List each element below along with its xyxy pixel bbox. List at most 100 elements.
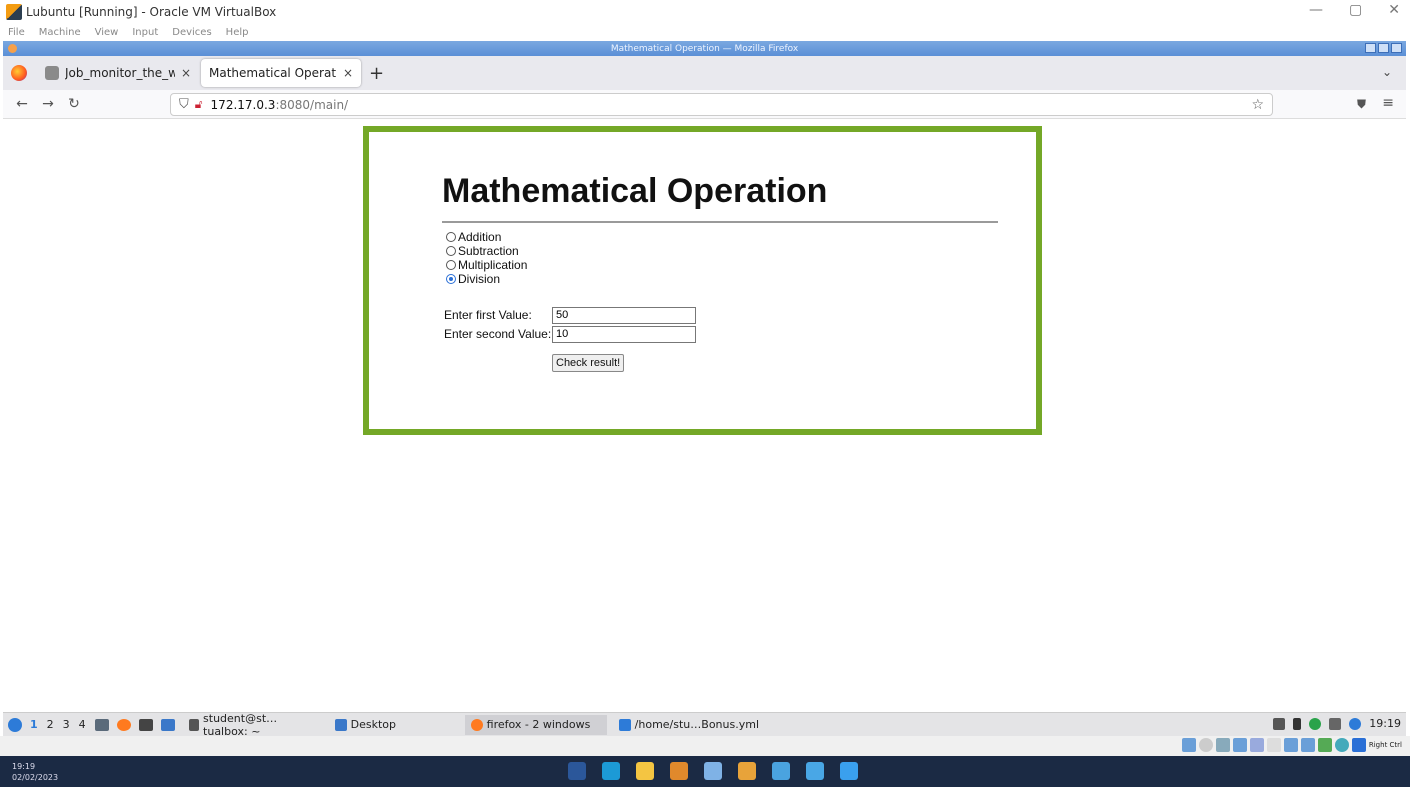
- optical-drive-icon[interactable]: [1198, 738, 1213, 752]
- display-icon[interactable]: [1329, 717, 1342, 730]
- close-icon[interactable]: ✕: [1388, 2, 1400, 18]
- forward-icon[interactable]: →: [41, 96, 55, 112]
- update-icon[interactable]: [1349, 717, 1362, 730]
- workspace-2[interactable]: 2: [47, 718, 54, 731]
- workspace-4[interactable]: 4: [79, 718, 86, 731]
- menu-help[interactable]: Help: [226, 27, 249, 38]
- new-tab-icon[interactable]: +: [369, 63, 384, 84]
- hard-disk-icon[interactable]: [1181, 738, 1196, 752]
- volume-icon[interactable]: [1293, 717, 1302, 730]
- store-icon[interactable]: [840, 762, 858, 780]
- chrome-icon[interactable]: [738, 762, 756, 780]
- keyboard-capture-icon[interactable]: [1351, 738, 1366, 752]
- vbox-window-title: Lubuntu [Running] - Oracle VM VirtualBox: [26, 5, 277, 19]
- shared-folders-icon[interactable]: [1266, 738, 1281, 752]
- firefox-window-title: Mathematical Operation — Mozilla Firefox: [610, 43, 799, 54]
- radio-multiplication[interactable]: Multiplication: [446, 258, 527, 272]
- menu-machine[interactable]: Machine: [39, 27, 81, 38]
- recording-icon[interactable]: [1300, 738, 1315, 752]
- restore-icon[interactable]: ▢: [1349, 2, 1362, 18]
- list-all-tabs-icon[interactable]: ⌄: [1382, 65, 1392, 79]
- remote-desktop-icon[interactable]: [772, 762, 790, 780]
- mouse-integration-icon[interactable]: [1334, 738, 1349, 752]
- second-value-input[interactable]: [552, 325, 696, 343]
- task-editor[interactable]: /home/stu…Bonus.yml: [613, 715, 773, 735]
- show-desktop-icon[interactable]: [94, 718, 109, 731]
- file-explorer-icon[interactable]: [636, 762, 654, 780]
- windows-clock[interactable]: 19:19 02/02/2023: [12, 761, 58, 783]
- insecure-lock-icon[interactable]: 🔓︎: [195, 97, 203, 112]
- virtualbox-icon: [6, 4, 22, 20]
- menu-input[interactable]: Input: [132, 27, 158, 38]
- tab-bar: Job_monitor_the_website × Mathematical O…: [3, 56, 1406, 90]
- cpu-icon[interactable]: [1317, 738, 1332, 752]
- pocket-icon[interactable]: ⛊: [1357, 97, 1366, 112]
- edge-icon[interactable]: [602, 762, 620, 780]
- minimize-icon[interactable]: —: [1309, 2, 1323, 18]
- close-tab-icon[interactable]: ×: [181, 66, 191, 80]
- usb-icon[interactable]: [1249, 738, 1264, 752]
- radio-subtraction[interactable]: Subtraction: [446, 244, 527, 258]
- vbox-status-icons: Right Ctrl: [1181, 738, 1402, 752]
- hamburger-menu-icon[interactable]: ≡: [1382, 95, 1394, 111]
- menu-file[interactable]: File: [8, 27, 25, 38]
- task-desktop[interactable]: Desktop: [329, 715, 459, 735]
- panel-clock[interactable]: 19:19: [1369, 717, 1401, 730]
- firefox-icon: [470, 718, 483, 731]
- workspace-3[interactable]: 3: [63, 718, 70, 731]
- word-icon[interactable]: [568, 762, 586, 780]
- minimize-icon[interactable]: [1365, 43, 1376, 53]
- display-icon[interactable]: [1283, 738, 1298, 752]
- bookmark-star-icon[interactable]: ☆: [1251, 97, 1264, 113]
- menu-devices[interactable]: Devices: [172, 27, 211, 38]
- check-result-button[interactable]: Check result!: [552, 354, 625, 372]
- terminal-icon: [188, 718, 200, 731]
- radio-division[interactable]: Division: [446, 272, 527, 286]
- maximize-icon[interactable]: [1378, 43, 1389, 53]
- lubuntu-menu-icon[interactable]: [8, 717, 22, 732]
- radio-button-checked[interactable]: [446, 274, 456, 284]
- task-firefox[interactable]: firefox - 2 windows: [464, 714, 607, 735]
- operation-radio-group: Addition Subtraction Multiplication Divi…: [446, 230, 527, 286]
- close-icon[interactable]: [1391, 43, 1402, 53]
- task-label: student@st…tualbox: ~: [203, 711, 278, 738]
- radio-button[interactable]: [446, 260, 456, 270]
- notepad-icon[interactable]: [806, 762, 824, 780]
- back-icon[interactable]: ←: [15, 96, 29, 112]
- vbox-statusbar: Right Ctrl: [0, 736, 1410, 756]
- app-icon[interactable]: [704, 762, 722, 780]
- task-terminal[interactable]: student@st…tualbox: ~: [183, 711, 323, 738]
- workspace-1[interactable]: 1: [30, 718, 38, 731]
- clipboard-icon[interactable]: [1273, 717, 1286, 730]
- radio-label: Addition: [458, 230, 502, 244]
- first-value-row: Enter first Value:: [444, 306, 696, 324]
- radio-button[interactable]: [446, 246, 456, 256]
- terminal-launcher-icon[interactable]: [138, 718, 153, 731]
- virtualbox-icon[interactable]: [670, 762, 688, 780]
- url-host: 172.17.0.3: [210, 97, 276, 112]
- network-icon[interactable]: [1309, 717, 1322, 730]
- first-value-label: Enter first Value:: [444, 308, 532, 322]
- firefox-window-buttons: [1365, 43, 1402, 53]
- tracking-protection-icon[interactable]: ⛉: [179, 97, 189, 112]
- first-value-input[interactable]: [552, 306, 696, 324]
- tab-job-monitor[interactable]: Job_monitor_the_website ×: [37, 59, 199, 87]
- radio-addition[interactable]: Addition: [446, 230, 527, 244]
- firefox-view-icon[interactable]: [11, 65, 27, 81]
- windows-time: 19:19: [12, 762, 36, 771]
- title-divider: [442, 221, 998, 223]
- network-adapter-icon[interactable]: [1232, 738, 1247, 752]
- windows-taskbar: 19:19 02/02/2023: [0, 756, 1410, 787]
- favicon-icon: [45, 66, 59, 80]
- radio-button[interactable]: [446, 232, 456, 242]
- close-tab-icon[interactable]: ×: [343, 66, 353, 80]
- menu-view[interactable]: View: [95, 27, 119, 38]
- url-bar[interactable]: ⛉ 🔓︎ 172.17.0.3:8080/main/ ☆: [170, 93, 1273, 116]
- folder-icon: [334, 718, 347, 731]
- audio-icon[interactable]: [1215, 738, 1230, 752]
- reload-icon[interactable]: ↻: [67, 96, 81, 112]
- firefox-launcher-icon[interactable]: [116, 718, 131, 731]
- file-manager-launcher-icon[interactable]: [160, 718, 175, 731]
- vbox-titlebar: Lubuntu [Running] - Oracle VM VirtualBox…: [0, 0, 1410, 24]
- tab-mathematical-operation[interactable]: Mathematical Operation ×: [201, 59, 361, 87]
